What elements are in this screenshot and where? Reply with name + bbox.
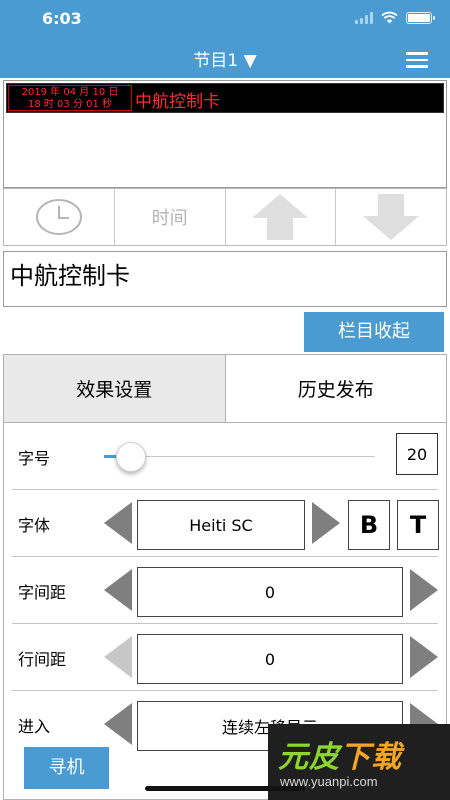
watermark-logo-b: 下载 bbox=[340, 740, 402, 775]
arrow-down-icon bbox=[363, 194, 420, 240]
font-family-value[interactable]: Heiti SC bbox=[137, 500, 305, 550]
status-time: 6:03 bbox=[42, 9, 82, 28]
time-button[interactable]: 时间 bbox=[114, 189, 226, 245]
text-style-button[interactable]: T bbox=[397, 500, 439, 550]
line-spacing-row: 行间距 0 bbox=[12, 624, 438, 691]
program-selector[interactable]: 节目1 ▼ bbox=[0, 46, 450, 71]
arrow-up-icon bbox=[252, 194, 309, 240]
line-spacing-value[interactable]: 0 bbox=[137, 634, 403, 684]
line-spacing-increase-icon[interactable] bbox=[410, 636, 438, 678]
led-date-line: 2019 年 04 月 10 日 bbox=[21, 87, 119, 98]
tab-history-publish[interactable]: 历史发布 bbox=[226, 355, 447, 422]
battery-icon bbox=[406, 11, 435, 24]
program-title: 节目1 ▼ bbox=[193, 51, 257, 71]
move-up-button[interactable] bbox=[225, 189, 337, 245]
led-time-line: 18 时 03 分 01 秒 bbox=[27, 99, 113, 110]
status-icons bbox=[355, 11, 435, 24]
font-size-row: 字号 20 bbox=[12, 423, 438, 490]
watermark-logo: 元皮下载 bbox=[278, 732, 402, 776]
char-spacing-row: 字间距 0 bbox=[12, 557, 438, 624]
clock-icon bbox=[35, 199, 82, 235]
font-next-arrow-icon[interactable] bbox=[312, 502, 340, 544]
line-spacing-decrease-icon[interactable] bbox=[104, 636, 132, 678]
char-spacing-value[interactable]: 0 bbox=[137, 567, 403, 617]
settings-tabs: 效果设置 历史发布 bbox=[4, 355, 446, 423]
line-spacing-label: 行间距 bbox=[18, 650, 67, 669]
led-datetime: 2019 年 04 月 10 日 18 时 03 分 01 秒 bbox=[8, 85, 132, 111]
led-screen: 2019 年 04 月 10 日 18 时 03 分 01 秒 中航控制卡 bbox=[6, 83, 444, 113]
clock-button[interactable] bbox=[4, 189, 115, 245]
font-family-label: 字体 bbox=[18, 516, 51, 535]
time-button-label: 时间 bbox=[151, 208, 188, 229]
signal-icon bbox=[355, 11, 373, 24]
watermark-logo-a: 元皮 bbox=[278, 740, 340, 775]
preview-toolbar: 时间 bbox=[3, 188, 447, 246]
led-preview: 2019 年 04 月 10 日 18 时 03 分 01 秒 中航控制卡 bbox=[3, 80, 447, 188]
font-size-label: 字号 bbox=[18, 449, 51, 468]
app-header: 6:03 节目1 ▼ bbox=[0, 0, 450, 78]
home-indicator bbox=[145, 786, 305, 791]
scan-button[interactable]: 寻机 bbox=[24, 747, 109, 789]
enter-effect-label: 进入 bbox=[18, 717, 51, 736]
collapse-button[interactable]: 栏目收起 bbox=[304, 312, 444, 352]
tab-effect-settings[interactable]: 效果设置 bbox=[4, 355, 226, 422]
font-family-row: 字体 Heiti SC B T bbox=[12, 490, 439, 557]
wifi-icon bbox=[381, 11, 398, 24]
menu-icon[interactable] bbox=[406, 52, 428, 68]
char-spacing-decrease-icon[interactable] bbox=[104, 569, 132, 611]
bold-button[interactable]: B bbox=[348, 500, 390, 550]
led-scroll-text: 中航控制卡 bbox=[135, 92, 220, 112]
char-spacing-label: 字间距 bbox=[18, 583, 67, 602]
char-spacing-increase-icon[interactable] bbox=[410, 569, 438, 611]
font-size-value[interactable]: 20 bbox=[396, 433, 438, 475]
program-text-input[interactable]: 中航控制卡 bbox=[3, 251, 447, 307]
font-size-slider-thumb[interactable] bbox=[116, 442, 147, 472]
move-down-button[interactable] bbox=[336, 189, 446, 245]
font-prev-arrow-icon[interactable] bbox=[104, 502, 132, 544]
enter-prev-arrow-icon[interactable] bbox=[104, 703, 132, 745]
